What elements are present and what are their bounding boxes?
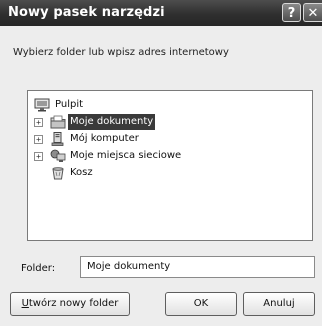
help-icon: ? xyxy=(287,6,296,21)
tree-item-label: Mój komputer xyxy=(70,133,139,144)
new-toolbar-dialog: Nowy pasek narzędzi ? ✕ Wybierz folder l… xyxy=(0,0,322,326)
tree-item-my-computer[interactable]: + Mój komputer xyxy=(34,131,294,147)
tree-item-network-places[interactable]: + Moje miejsca sieciowe xyxy=(34,148,294,164)
new-folder-button-label: Utwórz nowy folder xyxy=(21,298,119,309)
expand-icon[interactable]: + xyxy=(34,152,43,161)
computer-icon xyxy=(51,132,64,146)
instruction-text: Wybierz folder lub wpisz adres interneto… xyxy=(13,47,229,58)
ok-button[interactable]: OK xyxy=(165,292,237,316)
help-button[interactable]: ? xyxy=(282,3,301,22)
tree-item-recycle-bin[interactable]: Kosz xyxy=(34,165,234,181)
network-places-icon xyxy=(50,149,66,162)
cancel-button[interactable]: Anuluj xyxy=(243,292,315,316)
title-bar[interactable]: Nowy pasek narzędzi ? ✕ xyxy=(0,0,322,26)
close-icon: ✕ xyxy=(307,6,319,21)
expand-icon[interactable]: + xyxy=(34,118,43,127)
tree-item-label: Pulpit xyxy=(55,99,84,110)
expand-icon[interactable]: + xyxy=(34,135,43,144)
folder-tree[interactable]: Pulpit + Moje dokumenty + Mój komputer +… xyxy=(27,90,313,241)
tree-item-my-documents[interactable]: + Moje dokumenty xyxy=(34,114,294,130)
tree-item-label: Moje dokumenty xyxy=(68,114,156,130)
folder-documents-icon xyxy=(50,115,66,129)
tree-item-label: Moje miejsca sieciowe xyxy=(70,150,182,161)
tree-item-label: Kosz xyxy=(70,167,93,178)
desktop-icon xyxy=(34,98,50,112)
close-button[interactable]: ✕ xyxy=(303,3,322,22)
new-folder-button[interactable]: Utwórz nowy folder xyxy=(10,292,130,316)
window-title: Nowy pasek narzędzi xyxy=(8,5,165,20)
folder-field-label: Folder: xyxy=(21,263,56,274)
tree-item-desktop[interactable]: Pulpit xyxy=(34,97,234,113)
recycle-bin-icon xyxy=(52,167,64,180)
folder-input[interactable]: Moje dokumenty xyxy=(80,256,315,278)
